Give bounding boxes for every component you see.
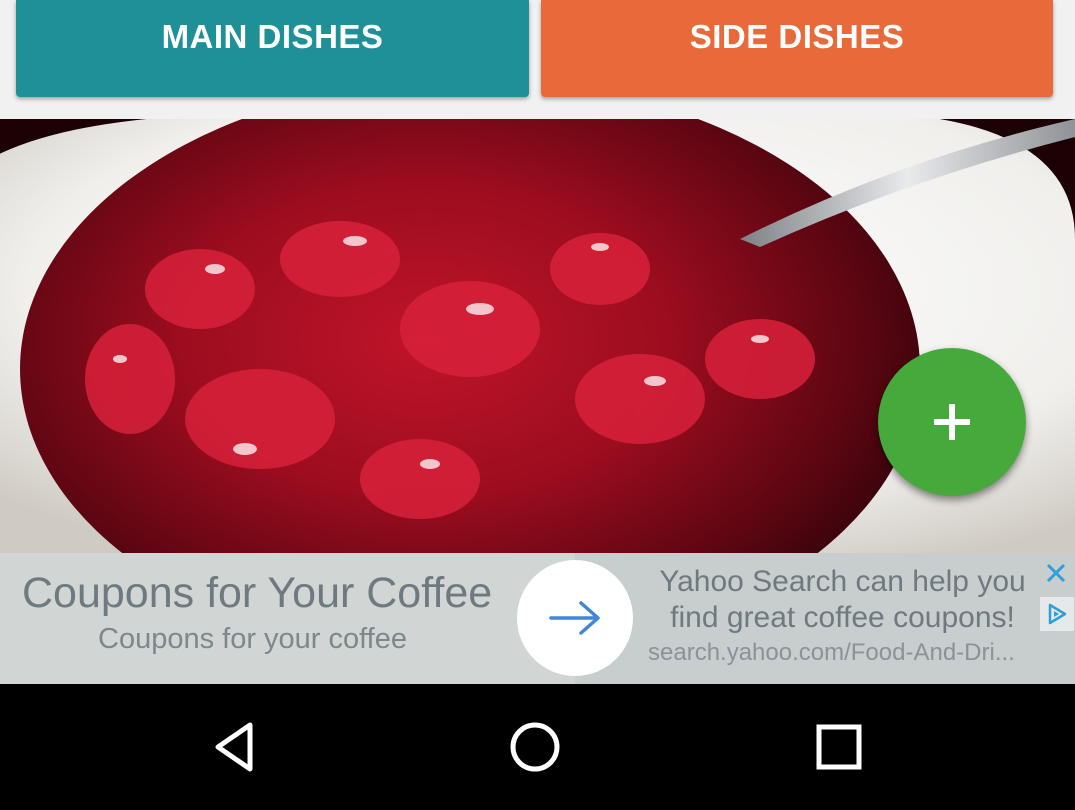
- side-dishes-label: SIDE DISHES: [689, 18, 905, 55]
- ad-subtitle: Coupons for your coffee: [98, 623, 407, 655]
- recents-square-icon: [816, 724, 862, 770]
- plus-icon: [934, 404, 970, 440]
- back-button[interactable]: [195, 714, 275, 780]
- system-navigation-bar: [0, 684, 1075, 810]
- cranberry-sauce-photo: [0, 119, 1075, 553]
- side-dishes-button[interactable]: SIDE DISHES: [541, 0, 1053, 97]
- ad-arrow-button[interactable]: [517, 560, 633, 676]
- ad-banner[interactable]: Coupons for Your Coffee Coupons for your…: [0, 553, 1075, 684]
- home-circle-icon: [510, 722, 560, 772]
- ad-line-2: find great coffee coupons!: [670, 601, 1015, 634]
- ad-title: Coupons for Your Coffee: [22, 569, 493, 617]
- main-dishes-label: MAIN DISHES: [161, 18, 384, 55]
- main-dishes-button[interactable]: MAIN DISHES: [16, 0, 529, 97]
- category-bar: MAIN DISHES SIDE DISHES: [0, 0, 1075, 119]
- ad-url: search.yahoo.com/Food-And-Dri...: [648, 639, 1015, 666]
- close-icon: [1046, 563, 1066, 583]
- home-button[interactable]: [495, 714, 575, 780]
- arrow-right-icon: [549, 601, 600, 635]
- ad-line-1: Yahoo Search can help you: [659, 565, 1026, 598]
- ad-close-button[interactable]: [1040, 557, 1072, 589]
- back-triangle-icon: [215, 722, 253, 772]
- recents-button[interactable]: [799, 714, 879, 780]
- recipe-photo[interactable]: [0, 119, 1075, 553]
- add-button[interactable]: [878, 348, 1026, 496]
- adchoices-button[interactable]: [1040, 597, 1074, 631]
- adchoices-icon: [1048, 603, 1067, 625]
